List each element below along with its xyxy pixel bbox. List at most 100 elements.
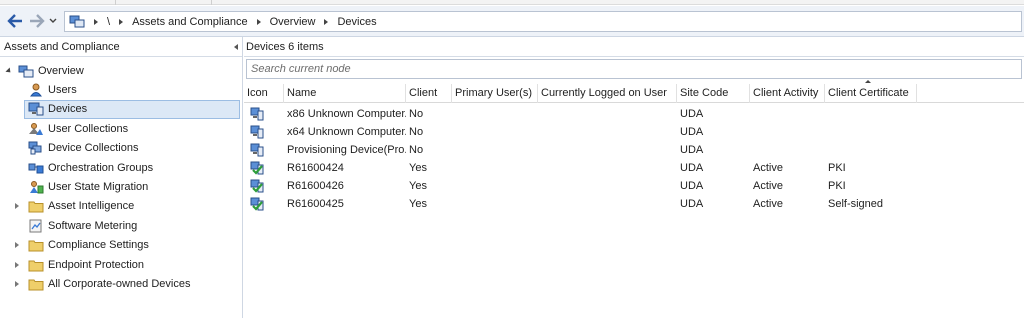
breadcrumb-assets-and-compliance[interactable]: Assets and Compliance: [132, 16, 248, 28]
cell-logged-on: [538, 105, 677, 123]
table-row[interactable]: x86 Unknown Computer... No UDA: [244, 105, 924, 123]
tree-item-device-collections[interactable]: Device Collections: [0, 139, 242, 158]
address-field[interactable]: \ Assets and Compliance Overview Devices: [64, 11, 1022, 32]
column-header-client[interactable]: Client: [406, 84, 452, 103]
grid-header: Icon Name Client Primary User(s) Currently L…: [244, 80, 1024, 103]
cell-name: R61600424: [287, 162, 344, 174]
cell-primary-user: [452, 123, 538, 141]
tree-item-user-collections[interactable]: User Collections: [0, 119, 242, 138]
column-header-currently-logged-on-user[interactable]: Currently Logged on User: [538, 84, 677, 103]
unknown-computer-icon: [250, 125, 264, 139]
breadcrumb-separator: [256, 18, 261, 25]
cell-site-code: UDA: [680, 198, 704, 210]
tree-item-label: Device Collections: [48, 142, 139, 155]
device-collection-icon: [28, 141, 44, 155]
tree-item-orchestration-groups[interactable]: Orchestration Groups: [0, 158, 242, 177]
cell-activity: [750, 105, 825, 123]
breadcrumb-overview[interactable]: Overview: [270, 16, 316, 28]
tree-item-label: User Collections: [48, 122, 129, 135]
forward-arrow-icon: [30, 14, 45, 28]
cell-activity: [750, 141, 825, 159]
cell-name: R61600426: [287, 180, 344, 192]
content-pane-title: Devices 6 items: [246, 41, 324, 53]
tree-item-compliance-settings[interactable]: Compliance Settings: [0, 236, 242, 255]
table-row[interactable]: Provisioning Device(Pro... No UDA: [244, 141, 924, 159]
tree-item-asset-intelligence[interactable]: Asset Intelligence: [0, 197, 242, 216]
back-button[interactable]: [6, 13, 24, 29]
forward-button[interactable]: [28, 13, 46, 29]
cell-logged-on: [538, 177, 677, 195]
tree-item-all-corporate-owned-devices[interactable]: All Corporate-owned Devices: [0, 274, 242, 293]
cell-primary-user: [452, 141, 538, 159]
tree-collapse-toggle[interactable]: [4, 66, 14, 76]
tree-item-label: Users: [48, 83, 77, 96]
cell-site-code: UDA: [680, 180, 704, 192]
cell-name: Provisioning Device(Pro...: [287, 144, 406, 156]
cell-certificate: [825, 105, 917, 123]
tree-item-label: Asset Intelligence: [48, 200, 135, 213]
cell-primary-user: [452, 159, 538, 177]
tree-item-user-state-migration[interactable]: User State Migration: [0, 177, 242, 196]
cell-certificate: [825, 141, 917, 159]
tree-item-label: Devices: [48, 103, 88, 116]
tree-item-software-metering[interactable]: Software Metering: [0, 216, 242, 235]
managed-computer-icon: [250, 197, 264, 211]
cell-client: Yes: [409, 198, 427, 210]
device-icon: [28, 102, 44, 116]
cell-primary-user: [452, 195, 538, 213]
collapse-pane-icon[interactable]: [234, 44, 238, 50]
tree-expand-toggle[interactable]: [12, 201, 22, 211]
column-header-name[interactable]: Name: [284, 84, 406, 103]
cell-activity: Active: [753, 180, 783, 192]
managed-computer-icon: [250, 179, 264, 193]
tree-item-endpoint-protection[interactable]: Endpoint Protection: [0, 255, 242, 274]
cell-client: No: [409, 108, 424, 120]
tree-item-label: Software Metering: [48, 219, 138, 232]
table-row[interactable]: x64 Unknown Computer... No UDA: [244, 123, 924, 141]
cell-certificate: PKI: [828, 162, 846, 174]
breadcrumb-devices[interactable]: Devices: [337, 16, 376, 28]
content-pane-header: Devices 6 items: [244, 37, 1024, 57]
column-header-primary-user-s[interactable]: Primary User(s): [452, 84, 538, 103]
cell-client: Yes: [409, 180, 427, 192]
tree-item-label: User State Migration: [48, 180, 149, 193]
search-input[interactable]: Search current node: [246, 59, 1022, 79]
cell-client: No: [409, 144, 424, 156]
breadcrumb-root[interactable]: \: [107, 16, 110, 28]
cell-logged-on: [538, 141, 677, 159]
table-row[interactable]: R61600425 Yes UDA Active Self-signed: [244, 195, 924, 213]
cell-certificate: PKI: [828, 180, 846, 192]
content-pane: Devices 6 items Search current node Icon…: [244, 37, 1024, 318]
table-row[interactable]: R61600424 Yes UDA Active PKI: [244, 159, 924, 177]
navigation-pane-title: Assets and Compliance: [4, 41, 120, 53]
tree-item-label: Orchestration Groups: [48, 161, 154, 174]
cell-name: x86 Unknown Computer...: [287, 108, 406, 120]
column-header-client-certificate[interactable]: Client Certificate: [825, 84, 917, 103]
sort-ascending-icon: [865, 80, 871, 83]
cell-primary-user: [452, 105, 538, 123]
tree-item-label: Compliance Settings: [48, 239, 149, 252]
tree-expand-toggle[interactable]: [12, 260, 22, 270]
metering-icon: [28, 219, 44, 233]
table-row[interactable]: R61600426 Yes UDA Active PKI: [244, 177, 924, 195]
tree-expand-toggle[interactable]: [12, 279, 22, 289]
tree-item-overview[interactable]: Overview: [0, 61, 242, 80]
cell-primary-user: [452, 177, 538, 195]
column-header-icon[interactable]: Icon: [244, 84, 284, 103]
cell-logged-on: [538, 195, 677, 213]
managed-computer-icon: [250, 161, 264, 175]
cell-client: Yes: [409, 162, 427, 174]
tree-item-label: Endpoint Protection: [48, 258, 145, 271]
user-collection-icon: [28, 122, 44, 136]
tree-item-label: Overview: [38, 64, 84, 77]
column-header-client-activity[interactable]: Client Activity: [750, 84, 825, 103]
breadcrumb-separator: [119, 18, 124, 25]
column-header-site-code[interactable]: Site Code: [677, 84, 750, 103]
cell-logged-on: [538, 123, 677, 141]
tree-item-users[interactable]: Users: [0, 80, 242, 99]
history-dropdown-button[interactable]: [48, 13, 58, 29]
cell-certificate: [825, 123, 917, 141]
tree-expand-toggle[interactable]: [12, 240, 22, 250]
migration-icon: [28, 180, 44, 194]
tree-item-devices[interactable]: Devices: [0, 99, 242, 119]
